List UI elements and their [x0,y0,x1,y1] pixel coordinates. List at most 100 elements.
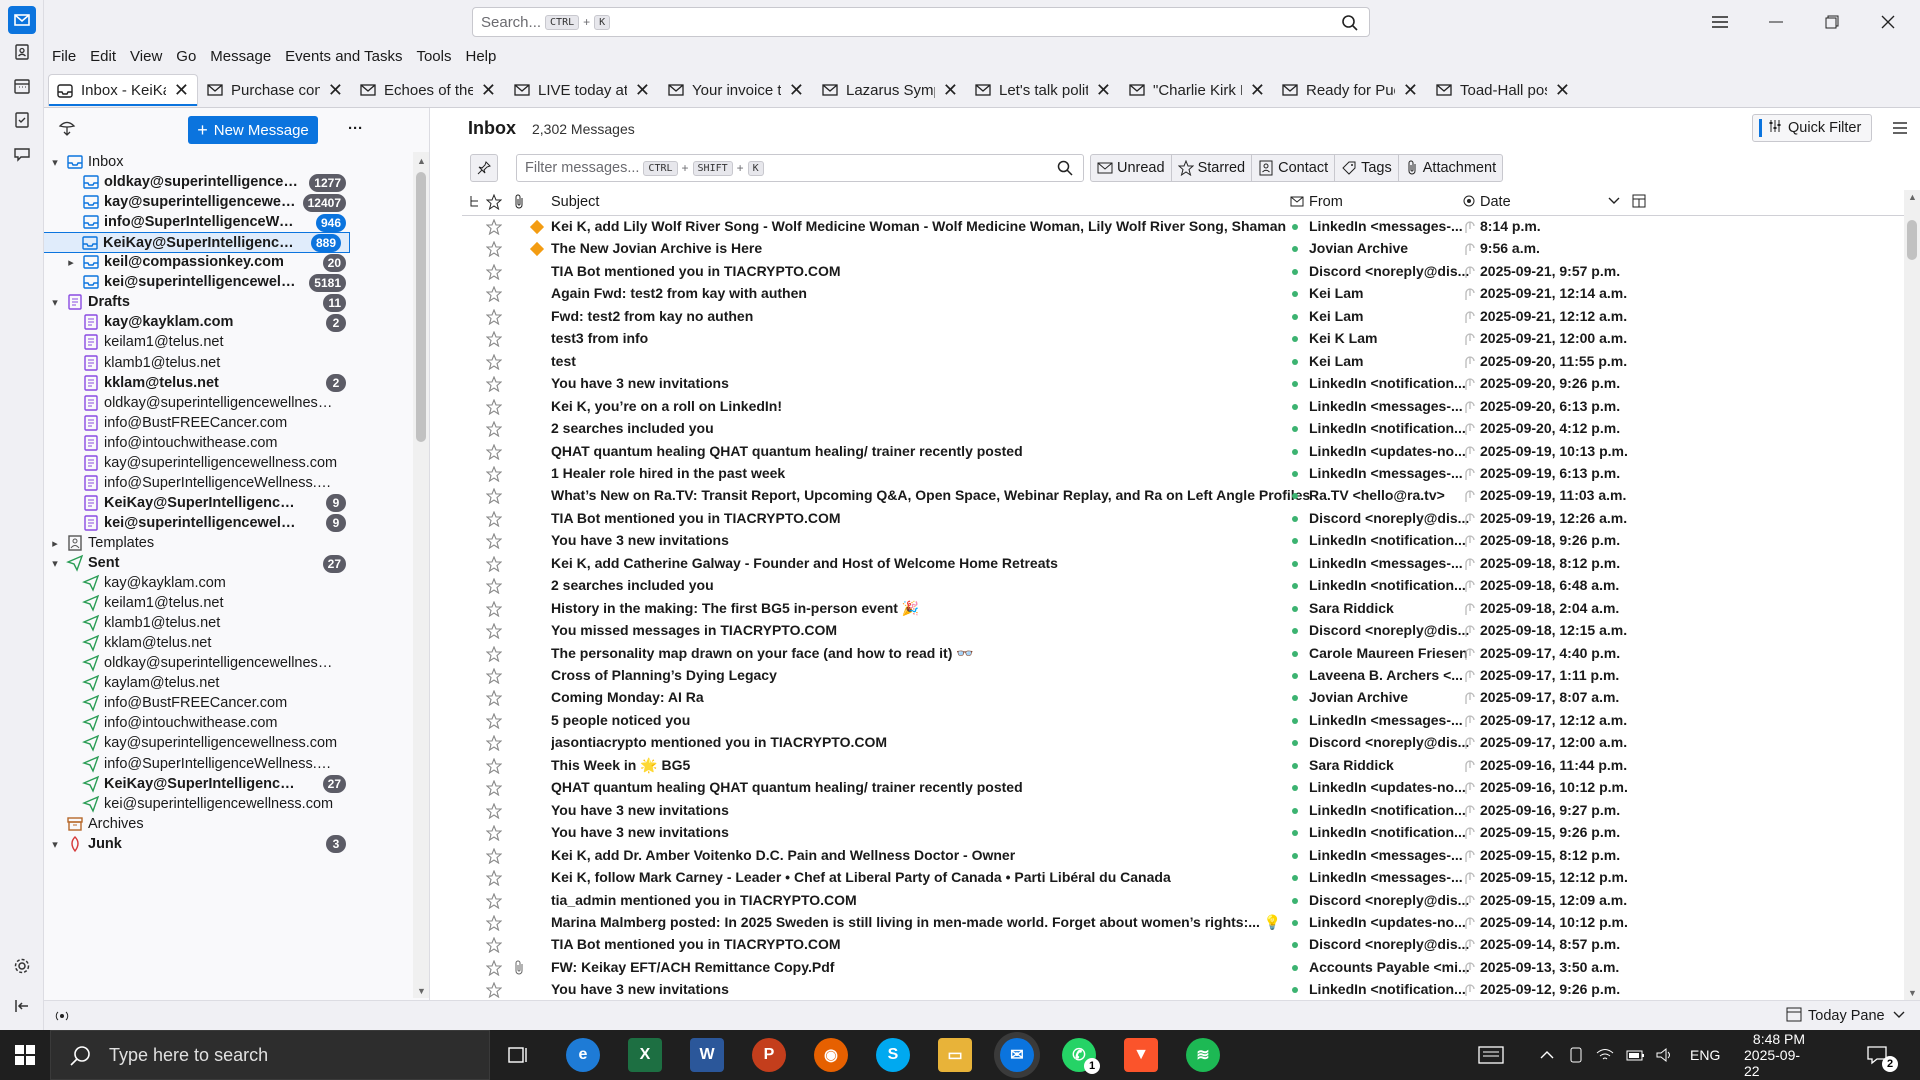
junk-status-icon[interactable] [1462,241,1478,257]
star-icon[interactable] [485,936,503,954]
message-row[interactable]: Marina Malmberg posted: In 2025 Sweden i… [462,912,1904,934]
junk-status-icon[interactable] [1462,399,1478,415]
folder-item[interactable]: keilam1@telus.net [44,593,354,614]
online-status-icon[interactable] [54,1008,70,1028]
chevron-down-icon[interactable]: ▾ [48,838,62,851]
folder-item[interactable]: kay@superintelligencewellness.com [44,453,354,474]
starred-column-icon[interactable] [485,193,503,214]
junk-status-icon[interactable] [1462,735,1478,751]
get-messages-icon[interactable] [58,120,76,142]
junk-status-icon[interactable] [1462,960,1478,976]
quick-filter-button[interactable]: Quick Filter [1752,114,1872,142]
input-language[interactable]: ENG [1690,1030,1720,1080]
unread-dot-icon[interactable] [1292,875,1298,882]
star-icon[interactable] [485,308,503,326]
star-icon[interactable] [485,824,503,842]
message-row[interactable]: Kei K, follow Mark Carney - Leader • Che… [462,867,1904,889]
folder-item[interactable]: kei@superintelligencewellness.com 9 [44,513,354,534]
list-scroll-down-icon[interactable]: ▼ [1908,988,1917,998]
folder-item[interactable]: info@SuperIntelligenceWellness.com 946 [44,212,354,233]
junk-status-icon[interactable] [1462,848,1478,864]
junk-status-icon[interactable] [1462,915,1478,931]
star-icon[interactable] [485,285,503,303]
star-icon[interactable] [485,847,503,864]
message-row[interactable]: TIA Bot mentioned you in TIACRYPTO.COM Di… [462,508,1904,530]
filter-messages-input[interactable]: Filter messages... CTRL + SHIFT + K [516,154,1084,182]
attachment-column-icon[interactable] [512,194,526,214]
star-icon[interactable] [485,779,503,797]
tray-device-icon[interactable] [1568,1030,1584,1080]
filter-tags-button[interactable]: Tags [1335,155,1399,181]
filter-attachment-button[interactable]: Attachment [1399,155,1502,181]
junk-status-icon[interactable] [1462,376,1478,392]
junk-status-icon[interactable] [1462,870,1478,886]
junk-status-icon[interactable] [1462,646,1478,662]
column-picker-icon[interactable] [1632,194,1646,212]
star-icon[interactable] [485,330,503,348]
taskbar-search-input[interactable]: Type here to search [50,1030,490,1080]
folder-item[interactable]: keilam1@telus.net [44,332,354,353]
star-icon[interactable] [485,398,503,415]
restore-icon[interactable] [1804,0,1860,44]
clock[interactable]: 8:48 PM 2025-09-22 [1744,1030,1814,1080]
subject-column-header[interactable]: Subject [551,194,599,210]
folder-item[interactable]: ▾ Inbox [44,152,354,173]
folder-pane-more-icon[interactable]: ··· [348,120,363,137]
message-row[interactable]: QHAT quantum healing QHAT quantum healin… [462,777,1904,799]
star-icon[interactable] [485,577,503,595]
junk-status-icon[interactable] [1462,354,1478,370]
folder-item[interactable]: KeiKay@SuperIntelligenceWellness.com 27 [44,774,354,795]
junk-status-icon[interactable] [1462,533,1478,549]
star-icon[interactable] [485,734,503,752]
folder-item[interactable]: kei@superintelligencewellness.com [44,794,354,815]
folder-item[interactable]: kay@superintelligencewellness.com [44,733,354,754]
unread-dot-icon[interactable] [1292,358,1298,365]
unread-dot-icon[interactable] [1292,560,1298,567]
tab-close-icon[interactable]: ✕ [1096,80,1111,101]
tab-close-icon[interactable]: ✕ [174,80,189,101]
message-row[interactable]: Fwd: test2 from kay no authen Kei Lam 2025… [462,306,1904,328]
tab-6[interactable]: Lazarus Symposium ✕ [814,74,966,106]
unread-dot-icon[interactable] [1292,403,1298,410]
star-icon[interactable] [485,802,503,819]
menu-message[interactable]: Message [210,48,271,65]
unread-dot-icon[interactable] [1292,717,1298,724]
message-row[interactable]: Kei K, add Lily Wolf River Song - Wolf M… [462,216,1904,238]
unread-dot-icon[interactable] [1292,313,1298,320]
message-row[interactable]: Cross of Planning’s Dying Legacy Laveena … [462,665,1904,687]
tab-4[interactable]: LIVE today at 11 ✕ [506,74,658,106]
news-widget-icon[interactable] [1478,1030,1504,1080]
tasks-icon[interactable] [8,106,36,134]
filter-starred-button[interactable]: Starred [1172,155,1253,181]
tab-8[interactable]: "Charlie Kirk Psychology ✕ [1121,74,1273,106]
chevron-down-icon[interactable]: ▾ [48,557,62,570]
message-row[interactable]: You have 3 new invitations LinkedIn <noti… [462,822,1904,844]
tab-close-icon[interactable]: ✕ [943,80,958,101]
star-icon[interactable] [485,510,503,528]
chevron-right-icon[interactable]: ▸ [64,256,78,269]
message-row[interactable]: Kei K, add Catherine Galway - Founder an… [462,553,1904,575]
tab-1[interactable]: Inbox - KeiKay@SuperIntelligenceWellness… [48,74,198,106]
message-row[interactable]: The personality map drawn on your face (… [462,643,1904,665]
tab-3[interactable]: Echoes of the Thunderbird ✕ [352,74,504,106]
star-icon[interactable] [485,712,503,730]
star-icon[interactable] [485,689,503,707]
star-icon[interactable] [485,375,503,393]
thread-column-icon[interactable] [468,194,482,214]
tray-chevron-up-icon[interactable] [1540,1030,1554,1080]
folder-item[interactable]: kay@kayklam.com 2 [44,312,354,333]
sort-chevron-down-icon[interactable] [1608,194,1620,210]
junk-status-icon[interactable] [1462,264,1478,280]
junk-status-icon[interactable] [1462,556,1478,572]
tab-close-icon[interactable]: ✕ [1250,80,1265,101]
wifi-icon[interactable] [1596,1030,1614,1080]
junk-status-icon[interactable] [1462,668,1478,684]
unread-dot-icon[interactable] [1292,852,1298,859]
star-icon[interactable] [485,353,503,370]
battery-icon[interactable] [1626,1030,1646,1080]
message-row[interactable]: Again Fwd: test2 from kay with authen Kei… [462,283,1904,305]
folder-item[interactable]: Archives [44,814,354,835]
file-explorer-icon[interactable]: ▭ [938,1038,972,1072]
star-icon[interactable] [485,532,503,550]
junk-status-icon[interactable] [1462,578,1478,594]
